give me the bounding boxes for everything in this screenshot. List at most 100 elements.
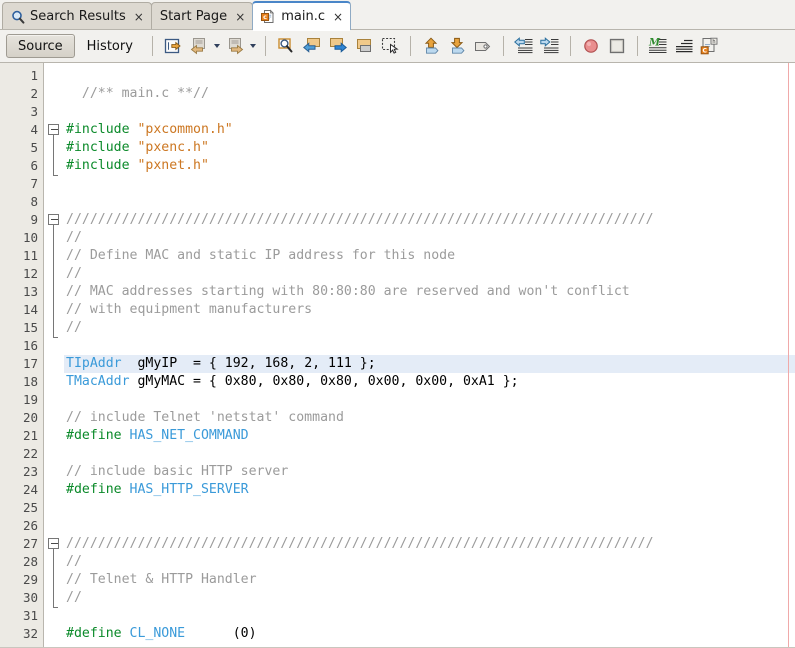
code-line[interactable] [64,193,795,211]
fold-range-end [53,337,58,338]
code-line[interactable] [64,391,795,409]
line-number: 17 [22,356,38,371]
code-token-cm: // with equipment manufacturers [66,302,313,317]
code-token-cm: // Telnet & HTTP Handler [66,572,257,587]
tab-close-icon[interactable]: × [235,11,245,23]
ide-window: Search Results × Start Page × c main.c × [0,0,795,648]
code-line[interactable]: // [64,553,795,571]
line-number: 14 [22,302,38,317]
tab-start-page[interactable]: Start Page × [150,2,254,30]
svg-text:c: c [263,13,267,21]
code-line[interactable]: // [64,229,795,247]
tab-history[interactable]: History [75,34,145,58]
fold-collapse-icon[interactable] [48,214,59,225]
fold-range-line [53,135,54,175]
tab-source[interactable]: Source [6,34,75,58]
code-line[interactable]: // [64,319,795,337]
code-line[interactable]: // include Telnet 'netstat' command [64,409,795,427]
tab-close-icon[interactable]: × [134,11,144,23]
code-line[interactable]: // MAC addresses starting with 80:80:80 … [64,283,795,301]
line-number: 8 [30,194,38,209]
code-line[interactable]: TMacAddr gMyMAC = { 0x80, 0x80, 0x80, 0x… [64,373,795,391]
line-number: 2 [30,86,38,101]
code-line[interactable]: #include "pxnet.h" [64,157,795,175]
stop-button[interactable] [604,34,630,58]
code-line[interactable]: #include "pxcommon.h" [64,121,795,139]
code-line[interactable]: ////////////////////////////////////////… [64,211,795,229]
code-line[interactable]: #define HAS_HTTP_SERVER [64,481,795,499]
code-line[interactable]: //** main.c **// [64,85,795,103]
line-number: 27 [22,536,38,551]
search-icon [11,10,25,24]
select-rectangle-button[interactable] [377,34,403,58]
code-token-pl: gMyMAC = { 0x80, 0x80, 0x80, 0x00, 0x00,… [129,374,519,389]
line-number: 16 [22,338,38,353]
code-line[interactable]: #include "pxenc.h" [64,139,795,157]
tab-main-c[interactable]: c main.c × [252,1,352,31]
back-button[interactable] [186,34,212,58]
code-token-str: "pxnet.h" [137,158,209,173]
code-line[interactable]: #define CL_NONE (0) [64,625,795,643]
code-line[interactable] [64,607,795,625]
fold-range-line [53,225,54,337]
code-line[interactable] [64,499,795,517]
next-bookmark-button[interactable] [444,34,470,58]
line-number: 29 [22,572,38,587]
code-line[interactable]: // include basic HTTP server [64,463,795,481]
toggle-highlight-button[interactable]: M [645,34,671,58]
code-line[interactable]: ////////////////////////////////////////… [64,535,795,553]
fold-collapse-icon[interactable] [48,124,59,135]
tab-search-results[interactable]: Search Results × [2,2,152,30]
toggle-rect-select-button[interactable] [671,34,697,58]
code-line[interactable]: // Define MAC and static IP address for … [64,247,795,265]
find-selection-button[interactable] [273,34,299,58]
code-line[interactable]: // [64,589,795,607]
code-token-cm: //** main.c **// [66,86,209,101]
shift-left-button[interactable] [299,34,325,58]
svg-text:h: h [712,39,715,45]
shift-line-left-button[interactable] [511,34,537,58]
toggle-breakpoint-button[interactable] [578,34,604,58]
toggle-bookmark-button[interactable] [470,34,496,58]
line-number: 15 [22,320,38,335]
code-token-mac: CL_NONE [129,626,186,641]
last-edit-button[interactable] [160,34,186,58]
code-token-cm: // [66,554,82,569]
line-number: 3 [30,104,38,119]
code-line[interactable]: TIpAddr gMyIP = { 192, 168, 2, 111 }; [64,355,795,373]
code-line[interactable] [64,67,795,85]
chevron-down-icon[interactable] [248,35,258,57]
code-token-cm: // [66,266,82,281]
code-line[interactable]: // with equipment manufacturers [64,301,795,319]
code-editor[interactable]: 1 2 3 4 5 6 7 8 9 10 11 12 13 14 15 16 17 18 19 20 21 22 23 24 2… [0,63,795,648]
inspect-members-button[interactable]: h C [697,34,723,58]
line-number: 11 [22,248,38,263]
line-number: 23 [22,464,38,479]
code-line[interactable] [64,175,795,193]
code-token-kw: #define [66,626,130,641]
fold-range-line [53,549,54,607]
shift-line-right-button[interactable] [537,34,563,58]
code-line[interactable]: #define HAS_NET_COMMAND [64,427,795,445]
code-line[interactable] [64,517,795,535]
fold-collapse-icon[interactable] [48,538,59,549]
code-content-area[interactable]: //** main.c **// #include "pxcommon.h" #i… [64,63,795,648]
comment-button[interactable] [351,34,377,58]
code-line[interactable]: // Telnet & HTTP Handler [64,571,795,589]
previous-bookmark-button[interactable] [418,34,444,58]
line-number-gutter: 1 2 3 4 5 6 7 8 9 10 11 12 13 14 15 16 17 18 19 20 21 22 23 24 2… [0,63,44,648]
code-line[interactable]: // [64,265,795,283]
code-token-str: "pxenc.h" [137,140,209,155]
shift-right-button[interactable] [325,34,351,58]
tab-label: Start Page [159,9,228,24]
code-token-ty: TMacAddr [66,374,130,389]
forward-button[interactable] [222,34,248,58]
code-line[interactable] [64,445,795,463]
chevron-down-icon[interactable] [212,35,222,57]
code-folding-column[interactable] [44,63,64,648]
code-line[interactable] [64,103,795,121]
tab-close-icon[interactable]: × [333,11,343,23]
code-token-kw: #define [66,482,130,497]
code-token-cm: // include basic HTTP server [66,464,289,479]
code-line[interactable] [64,337,795,355]
